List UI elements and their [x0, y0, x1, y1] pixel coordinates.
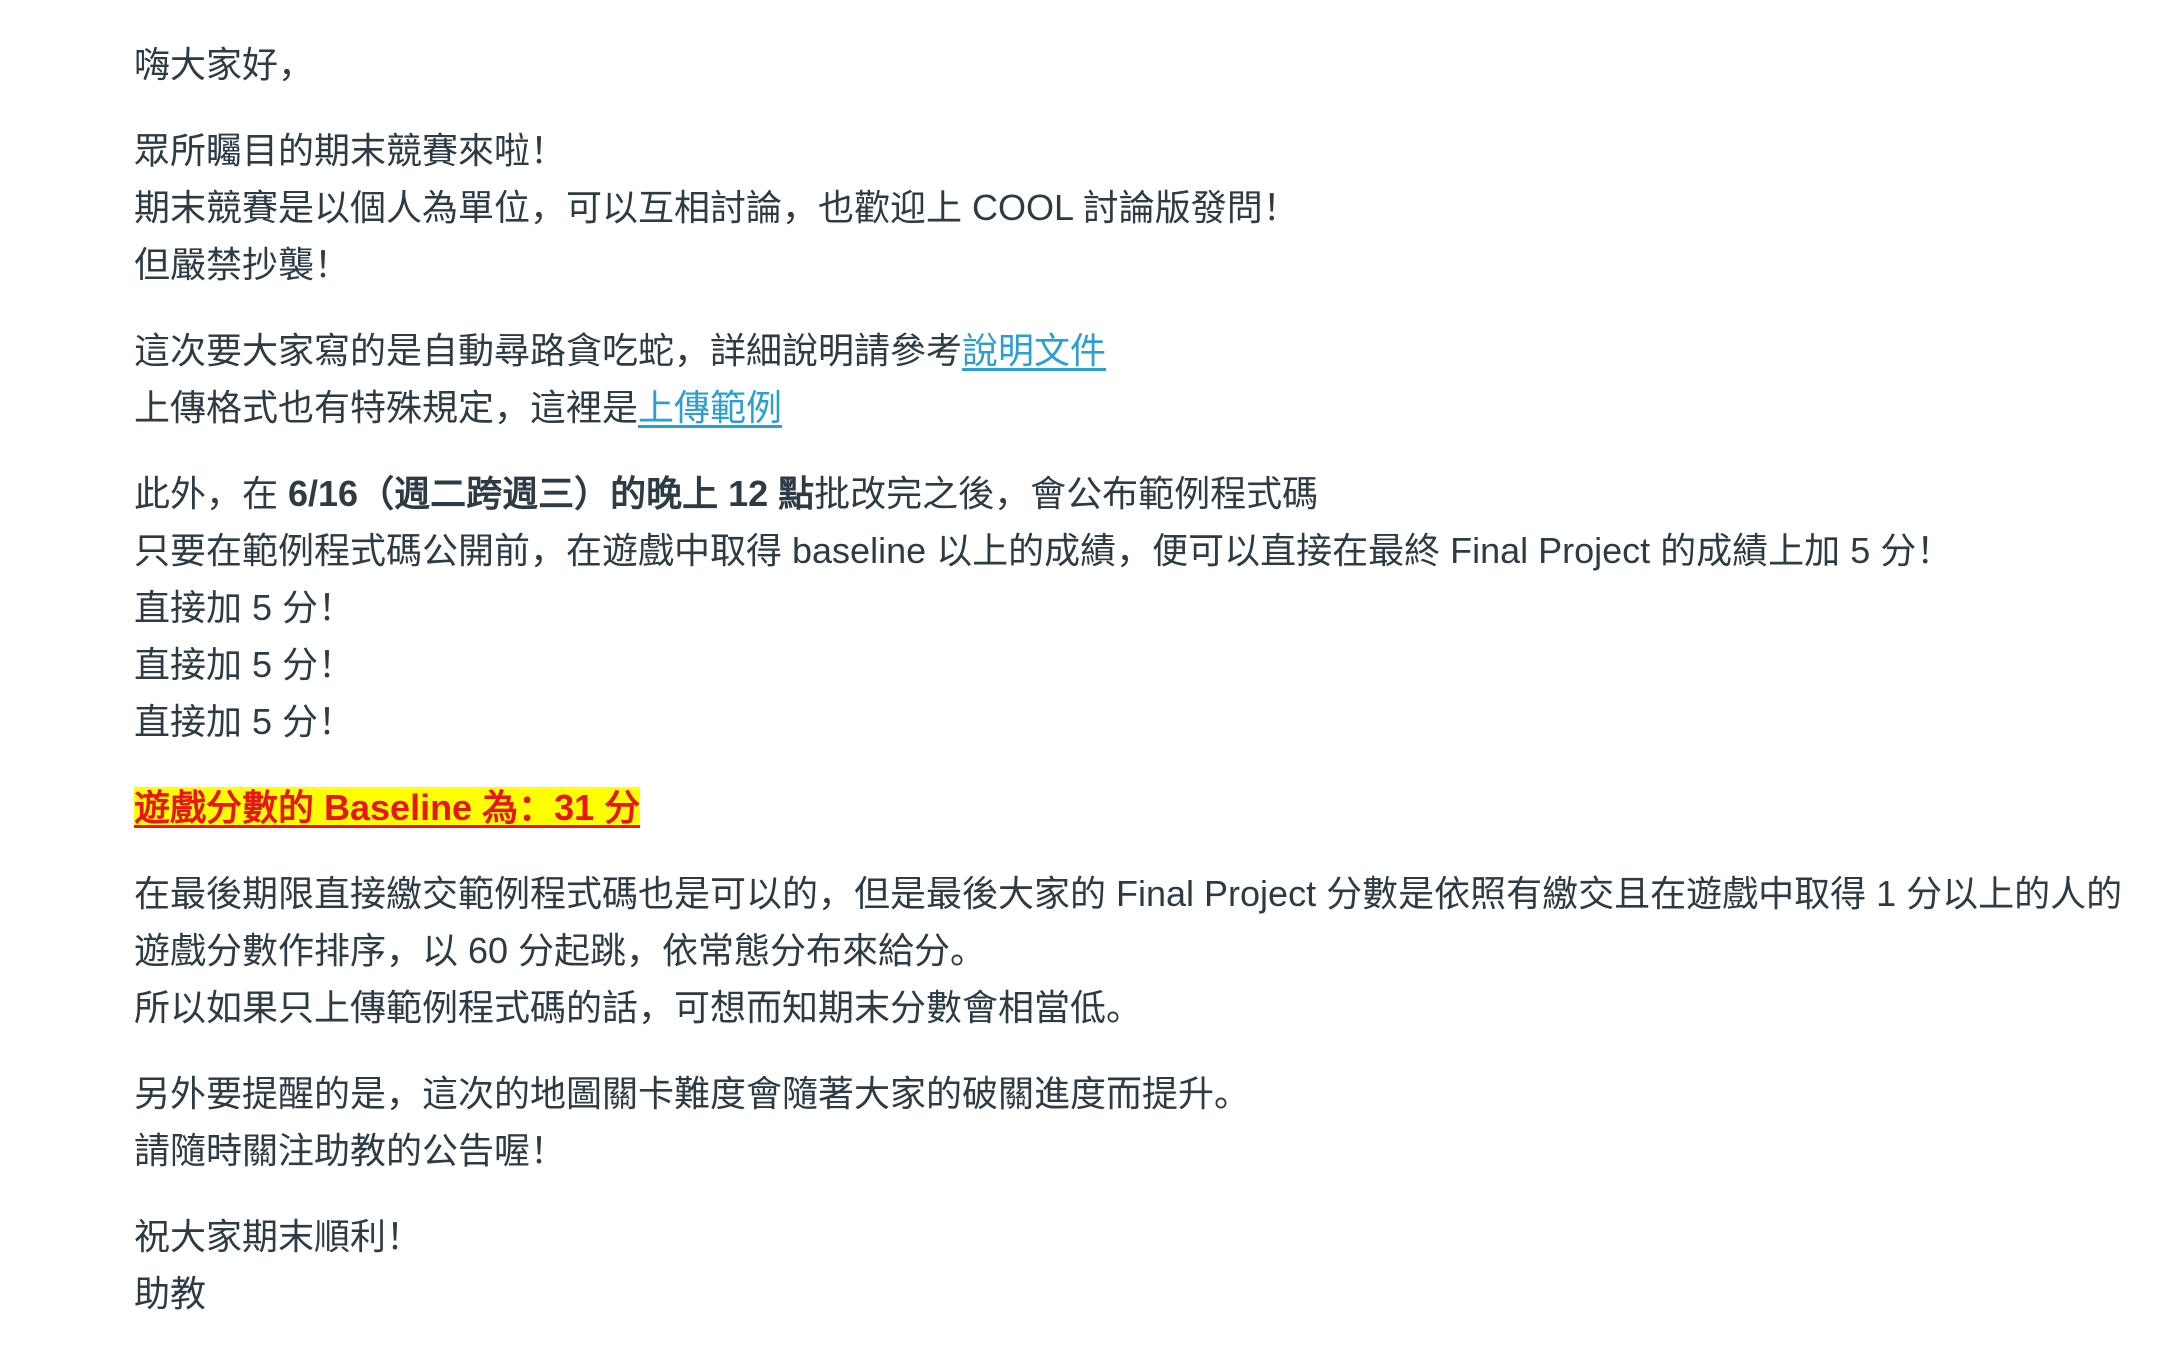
intro-paragraph: 眾所矚目的期末競賽來啦！ 期末競賽是以個人為單位，可以互相討論，也歡迎上 COO… — [134, 122, 2134, 293]
task-line-1: 這次要大家寫的是自動尋路貪吃蛇，詳細說明請參考說明文件 — [134, 322, 2134, 379]
grading-line-2: 所以如果只上傳範例程式碼的話，可想而知期末分數會相當低。 — [134, 987, 1143, 1028]
task-line-1-text: 這次要大家寫的是自動尋路貪吃蛇，詳細說明請參考 — [134, 330, 963, 371]
task-paragraph: 這次要大家寫的是自動尋路貪吃蛇，詳細說明請參考說明文件 上傳格式也有特殊規定，這… — [134, 322, 2134, 436]
grading-line-1: 在最後期限直接繳交範例程式碼也是可以的，但是最後大家的 Final Projec… — [134, 873, 2123, 971]
intro-line-3: 但嚴禁抄襲！ — [134, 244, 351, 285]
bonus-line-1-post: 批改完之後，會公布範例程式碼 — [814, 473, 1319, 514]
baseline-line: 遊戲分數的 Baseline 為：31 分 — [134, 779, 2134, 836]
doc-link[interactable]: 說明文件 — [962, 330, 1106, 371]
bonus-paragraph: 此外，在 6/16（週二跨週三）的晚上 12 點批改完之後，會公布範例程式碼 只… — [134, 465, 2134, 750]
grading-paragraph: 在最後期限直接繳交範例程式碼也是可以的，但是最後大家的 Final Projec… — [134, 865, 2134, 1036]
intro-line-1: 眾所矚目的期末競賽來啦！ — [134, 130, 567, 171]
reminder-line-2: 請隨時關注助教的公告喔！ — [134, 1130, 567, 1171]
bonus-repeat-1: 直接加 5 分！ — [134, 587, 355, 628]
intro-line-2: 期末競賽是以個人為單位，可以互相討論，也歡迎上 COOL 討論版發問！ — [134, 187, 1299, 228]
bonus-line-1: 此外，在 6/16（週二跨週三）的晚上 12 點批改完之後，會公布範例程式碼 — [134, 465, 2134, 522]
bonus-repeat-3: 直接加 5 分！ — [134, 701, 355, 742]
baseline-paragraph: 遊戲分數的 Baseline 為：31 分 — [134, 779, 2134, 836]
bonus-repeat-2: 直接加 5 分！ — [134, 644, 355, 685]
bonus-deadline: 6/16（週二跨週三）的晚上 12 點 — [288, 473, 815, 514]
greeting-text: 嗨大家好， — [134, 44, 315, 85]
bonus-line-1-pre: 此外，在 — [134, 473, 289, 514]
task-line-2-text: 上傳格式也有特殊規定，這裡是 — [134, 387, 639, 428]
reminder-paragraph: 另外要提醒的是，這次的地圖關卡難度會隨著大家的破關進度而提升。 請隨時關注助教的… — [134, 1065, 2134, 1179]
greeting-paragraph: 嗨大家好， — [134, 36, 2134, 93]
signature: 助教 — [134, 1273, 207, 1314]
upload-example-link[interactable]: 上傳範例 — [638, 387, 782, 428]
closing-line-1: 祝大家期末順利！ — [134, 1216, 423, 1257]
announcement-body: 嗨大家好， 眾所矚目的期末競賽來啦！ 期末競賽是以個人為單位，可以互相討論，也歡… — [134, 36, 2134, 1322]
bonus-line-2: 只要在範例程式碼公開前，在遊戲中取得 baseline 以上的成績，便可以直接在… — [134, 530, 1953, 571]
closing-paragraph: 祝大家期末順利！ 助教 — [134, 1208, 2134, 1322]
reminder-line-1: 另外要提醒的是，這次的地圖關卡難度會隨著大家的破關進度而提升。 — [134, 1073, 1251, 1114]
baseline-highlight: 遊戲分數的 Baseline 為：31 分 — [134, 787, 641, 828]
task-line-2: 上傳格式也有特殊規定，這裡是上傳範例 — [134, 379, 2134, 436]
